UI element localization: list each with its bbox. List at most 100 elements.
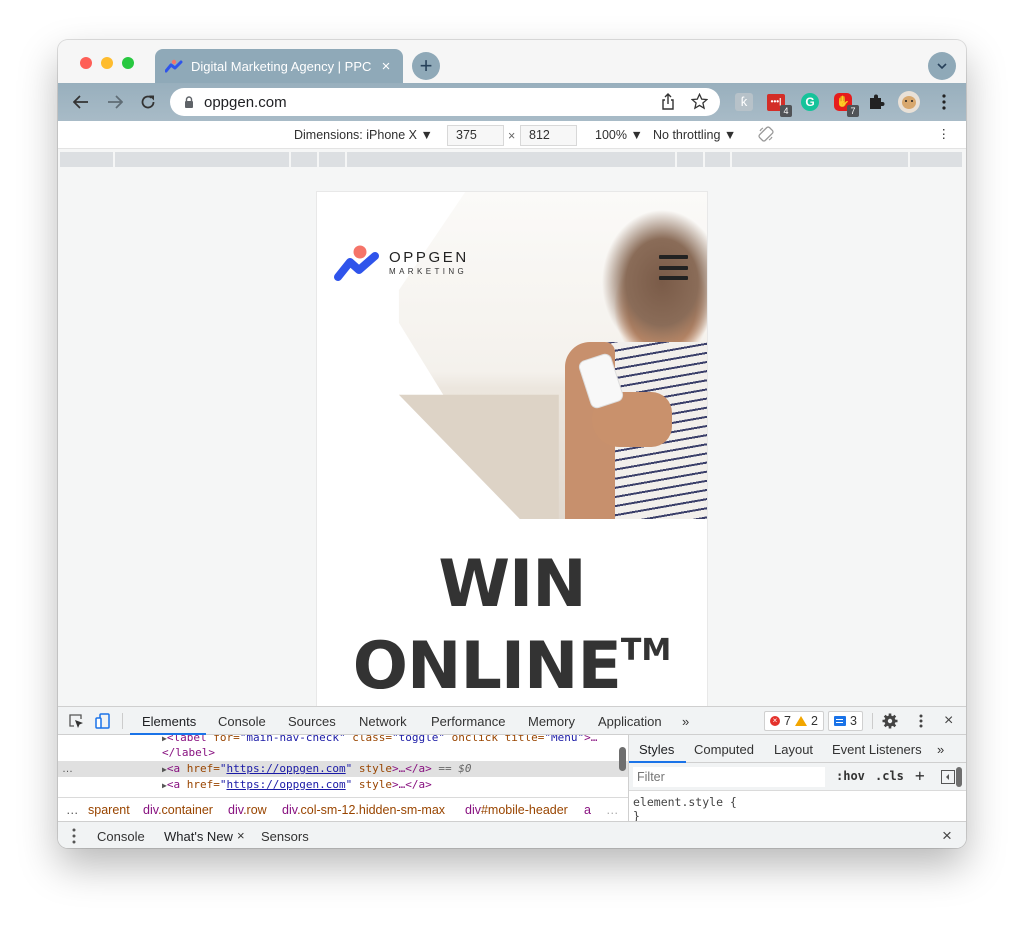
element-style-rule[interactable]: element.style { }	[633, 795, 737, 823]
tab-memory[interactable]: Memory	[528, 714, 575, 729]
breadcrumb-item[interactable]: a	[584, 803, 591, 817]
media-query-segment[interactable]	[910, 152, 964, 167]
breadcrumb-overflow-left[interactable]: …	[66, 803, 79, 817]
share-icon[interactable]	[661, 93, 675, 111]
tab-network[interactable]: Network	[359, 714, 407, 729]
k-extension-button[interactable]: ƙ	[734, 92, 754, 112]
tab-elements[interactable]: Elements	[142, 714, 196, 729]
close-window-button[interactable]	[80, 57, 92, 69]
breadcrumb-item[interactable]: div#mobile-header	[465, 803, 568, 817]
back-button[interactable]	[70, 91, 92, 113]
maximize-window-button[interactable]	[122, 57, 134, 69]
device-height-input[interactable]: 812	[520, 125, 577, 146]
bookmark-star-icon[interactable]	[691, 93, 708, 110]
toggle-sidebar-icon[interactable]	[941, 770, 955, 784]
sidebar-more-tabs[interactable]: »	[937, 742, 944, 757]
extensions-menu-button[interactable]	[866, 92, 886, 112]
device-toggle-icon[interactable]	[95, 713, 111, 729]
media-query-segment[interactable]	[60, 152, 115, 167]
breadcrumb-item[interactable]: sparent	[88, 803, 130, 817]
browser-tab-active[interactable]: Digital Marketing Agency | PPC ×	[155, 49, 403, 83]
drawer-tab-console[interactable]: Console	[97, 829, 145, 844]
href-link[interactable]: https://oppgen.com	[226, 762, 345, 775]
tab-console[interactable]: Console	[218, 714, 266, 729]
drawer-tab-sensors[interactable]: Sensors	[261, 829, 309, 844]
adblock-extension-button[interactable]: ✋ 7	[833, 92, 859, 117]
hamburger-menu-icon[interactable]	[659, 255, 688, 280]
device-more-options-icon[interactable]: ⋮	[938, 126, 951, 141]
browser-toolbar: oppgen.com ƙ •••| 4 G ✋ 7	[58, 83, 966, 121]
tab-event-listeners[interactable]: Event Listeners	[832, 742, 922, 757]
media-query-segment[interactable]	[291, 152, 319, 167]
more-tabs-button[interactable]: »	[682, 714, 689, 729]
issues-counter[interactable]: × 7 2	[764, 711, 824, 731]
new-tab-button[interactable]: +	[412, 52, 440, 80]
styles-filter-input[interactable]	[633, 767, 825, 787]
messages-counter[interactable]: 3	[828, 711, 863, 731]
close-drawer-icon[interactable]: ×	[942, 826, 952, 846]
close-whats-new-icon[interactable]: ×	[237, 828, 245, 843]
href-link[interactable]: https://oppgen.com	[226, 778, 345, 791]
elements-scrollbar[interactable]	[619, 747, 626, 771]
media-query-segment[interactable]	[732, 152, 910, 167]
throttling-dropdown[interactable]: No throttling ▼	[653, 128, 736, 142]
devtools-panel: Elements Console Sources Network Perform…	[58, 706, 966, 848]
lastpass-badge: 4	[780, 105, 792, 117]
class-toggle[interactable]: .cls	[875, 769, 904, 783]
zoom-dropdown[interactable]: 100% ▼	[595, 128, 643, 142]
media-query-segment[interactable]	[319, 152, 347, 167]
breadcrumb-overflow-right[interactable]: …	[606, 803, 619, 817]
tab-sources[interactable]: Sources	[288, 714, 336, 729]
inspect-element-icon[interactable]	[68, 713, 84, 729]
tab-computed[interactable]: Computed	[694, 742, 754, 757]
devtools-menu-icon[interactable]	[913, 713, 929, 729]
breadcrumb-item[interactable]: div.container	[143, 803, 213, 817]
oppgen-logo[interactable]: OPPGEN MARKETING	[333, 244, 469, 282]
logo-text-sub: MARKETING	[389, 266, 468, 276]
tab-search-button[interactable]	[928, 52, 956, 80]
drawer-tab-whats-new[interactable]: What's New	[164, 829, 233, 844]
media-query-segment[interactable]	[705, 152, 732, 167]
drawer-menu-icon[interactable]	[72, 828, 76, 844]
dom-node-anchor[interactable]: ▶<a href="https://oppgen.com" style>…</a…	[58, 777, 628, 793]
media-query-segment[interactable]	[347, 152, 677, 167]
new-style-rule-button[interactable]: +	[915, 766, 925, 785]
grammarly-extension-button[interactable]: G	[800, 92, 820, 112]
address-bar[interactable]: oppgen.com	[170, 88, 720, 116]
dom-node-closing-label[interactable]: </label>	[58, 745, 628, 761]
oppgen-logo-mark-icon	[334, 245, 379, 281]
media-query-segment[interactable]	[677, 152, 705, 167]
error-icon: ×	[770, 716, 780, 726]
minimize-window-button[interactable]	[101, 57, 113, 69]
devtools-drawer: Console What's New × Sensors ×	[58, 821, 966, 848]
lock-icon	[185, 96, 193, 108]
browser-window: Digital Marketing Agency | PPC × + oppge…	[58, 40, 966, 848]
tab-layout[interactable]: Layout	[774, 742, 813, 757]
close-devtools-icon[interactable]: ×	[944, 712, 953, 730]
tab-close-icon[interactable]: ×	[379, 58, 393, 75]
grammarly-icon: G	[801, 93, 819, 111]
styles-scrollbar[interactable]	[956, 767, 962, 787]
tab-application[interactable]: Application	[598, 714, 662, 729]
forward-button[interactable]	[104, 91, 126, 113]
media-query-segment[interactable]	[115, 152, 291, 167]
dom-node-selected-anchor[interactable]: … ▶<a href="https://oppgen.com" style>…<…	[58, 761, 628, 777]
breadcrumb-item[interactable]: div.col-sm-12.hidden-sm-max	[282, 803, 445, 817]
node-actions-dots[interactable]: …	[62, 761, 73, 777]
profile-avatar[interactable]	[898, 91, 920, 113]
device-dimensions-dropdown[interactable]: Dimensions: iPhone X ▼	[294, 128, 433, 142]
tab-strip: Digital Marketing Agency | PPC × +	[58, 40, 966, 83]
settings-gear-icon[interactable]	[882, 713, 898, 729]
trademark: TM	[620, 633, 672, 668]
hover-state-toggle[interactable]: :hov	[836, 769, 865, 783]
rotate-icon[interactable]	[758, 126, 774, 142]
browser-menu-button[interactable]	[934, 92, 954, 112]
reload-button[interactable]	[137, 91, 159, 113]
lastpass-extension-button[interactable]: •••| 4	[766, 92, 792, 117]
breadcrumb-item[interactable]: div.row	[228, 803, 267, 817]
tab-styles[interactable]: Styles	[639, 742, 674, 757]
media-query-bar	[58, 149, 966, 171]
toolbar-divider	[122, 713, 123, 729]
tab-performance[interactable]: Performance	[431, 714, 505, 729]
device-width-input[interactable]: 375	[447, 125, 504, 146]
